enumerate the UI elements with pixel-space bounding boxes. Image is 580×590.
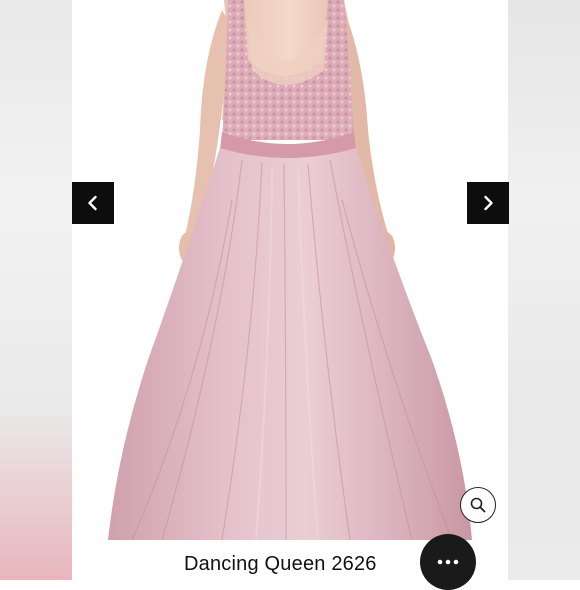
ellipsis-chat-icon: [437, 559, 459, 565]
next-image-button[interactable]: [467, 182, 509, 224]
product-title: Dancing Queen 2626: [184, 553, 377, 575]
product-card: [72, 0, 508, 580]
chat-button[interactable]: [420, 534, 476, 590]
chevron-left-icon: [88, 195, 97, 211]
product-image: [108, 0, 472, 540]
chevron-right-icon: [484, 195, 493, 211]
background-left-panel: [0, 0, 72, 580]
background-right-panel: [508, 0, 580, 580]
magnifier-icon: [470, 497, 486, 513]
zoom-button[interactable]: [460, 487, 496, 523]
previous-image-button[interactable]: [72, 182, 114, 224]
